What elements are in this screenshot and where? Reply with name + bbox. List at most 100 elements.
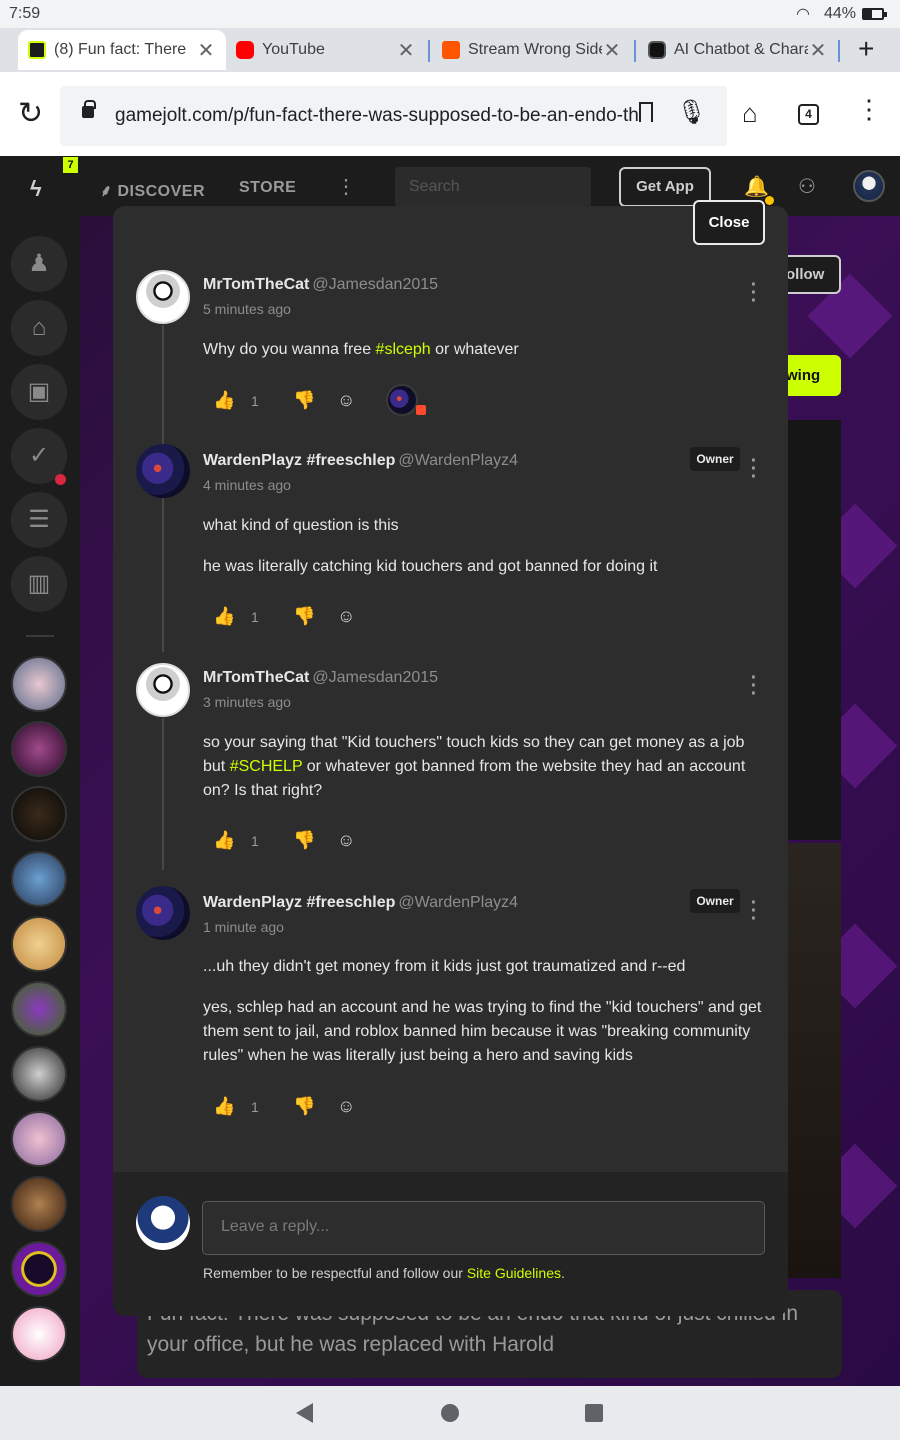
- comment-paragraph: yes, schlep had an account and he was tr…: [203, 996, 768, 1068]
- comment-username[interactable]: WardenPlayz #freeschlep @WardenPlayz4: [203, 452, 518, 470]
- comment-username[interactable]: MrTomTheCat @Jamesdan2015: [203, 669, 438, 687]
- dislike-icon[interactable]: 👎: [293, 606, 315, 627]
- bg-post-media: [788, 843, 841, 1278]
- reply-guidelines-note: Remember to be respectful and follow our…: [203, 1265, 565, 1281]
- reload-icon[interactable]: ↻: [18, 96, 43, 131]
- sidebar-community[interactable]: [11, 1176, 67, 1232]
- like-icon[interactable]: 👍: [213, 390, 235, 411]
- commenter-avatar[interactable]: [136, 663, 190, 717]
- user-avatar[interactable]: [853, 170, 885, 202]
- browser-tab-2[interactable]: Stream Wrong Side ✕: [432, 30, 632, 70]
- dislike-icon[interactable]: 👎: [293, 390, 315, 411]
- sidebar-activity-icon[interactable]: ♟: [11, 236, 67, 292]
- address-bar[interactable]: gamejolt.com/p/fun-fact-there-was-suppos…: [60, 86, 727, 146]
- commenter-avatar[interactable]: [136, 886, 190, 940]
- reactor-avatar[interactable]: [386, 384, 418, 416]
- dislike-icon[interactable]: 👎: [293, 830, 315, 851]
- recents-icon[interactable]: [585, 1404, 603, 1422]
- sidebar-community[interactable]: [11, 721, 67, 777]
- hashtag-link[interactable]: #SCHELP: [230, 758, 303, 775]
- close-tab-icon[interactable]: ✕: [602, 38, 622, 63]
- comment-username[interactable]: WardenPlayz #freeschlep @WardenPlayz4: [203, 894, 518, 912]
- friends-icon[interactable]: ⚇: [798, 174, 816, 199]
- microphone-icon[interactable]: 🎙: [677, 98, 707, 127]
- sidebar-divider: [26, 635, 54, 637]
- current-user-avatar: [136, 1196, 190, 1250]
- sidebar-community[interactable]: [11, 656, 67, 712]
- sidebar-community[interactable]: [11, 981, 67, 1037]
- hashtag-link[interactable]: #slceph: [376, 341, 431, 358]
- sidebar-community[interactable]: [11, 851, 67, 907]
- like-icon[interactable]: 👍: [213, 1096, 235, 1117]
- site-guidelines-link[interactable]: Site Guidelines: [467, 1265, 561, 1281]
- sidebar-community[interactable]: [11, 1111, 67, 1167]
- comment-paragraph: Why do you wanna free #slceph or whateve…: [203, 338, 768, 362]
- sidebar-store-icon[interactable]: ⌂: [11, 300, 67, 356]
- comment-menu-icon[interactable]: · · ·: [746, 893, 762, 929]
- new-tab-icon[interactable]: +: [858, 33, 874, 65]
- bell-icon[interactable]: 🔔: [744, 174, 769, 199]
- like-count: 1: [251, 609, 259, 625]
- sidebar-backpack-icon[interactable]: ▣: [11, 364, 67, 420]
- sidebar-library-icon[interactable]: ▥: [11, 556, 67, 612]
- comment-time: 3 minutes ago: [203, 694, 291, 710]
- sidebar-community[interactable]: [11, 1046, 67, 1102]
- commenter-avatar[interactable]: [136, 444, 190, 498]
- browser-tab-3[interactable]: AI Chatbot & Chara ✕: [638, 30, 838, 70]
- like-icon[interactable]: 👍: [213, 606, 235, 627]
- search-input[interactable]: Search: [395, 167, 591, 207]
- username-text: MrTomTheCat: [203, 669, 310, 686]
- left-sidebar: ♟ ⌂ ▣ ✓ ☰ ▥: [0, 216, 80, 1386]
- back-icon[interactable]: [296, 1403, 313, 1423]
- more-vert-icon[interactable]: ⋮: [856, 94, 882, 125]
- home-circle-icon[interactable]: [441, 1404, 459, 1422]
- reply-note-text: Remember to be respectful and follow our: [203, 1265, 467, 1281]
- add-reaction-icon[interactable]: ☺: [337, 606, 355, 627]
- nav-discover[interactable]: ⸙ DISCOVER: [100, 179, 205, 201]
- add-reaction-icon[interactable]: ☺: [337, 390, 355, 411]
- comment-time: 5 minutes ago: [203, 301, 291, 317]
- username-text: WardenPlayz #freeschlep: [203, 452, 396, 469]
- tab-switcher-button[interactable]: 4: [798, 104, 819, 125]
- commenter-avatar[interactable]: [136, 270, 190, 324]
- reply-area: Leave a reply... Remember to be respectf…: [113, 1172, 788, 1316]
- like-icon[interactable]: 👍: [213, 830, 235, 851]
- like-count: 1: [251, 1099, 259, 1115]
- comment-text: or whatever: [430, 341, 519, 358]
- add-reaction-icon[interactable]: ☺: [337, 1096, 355, 1117]
- dislike-icon[interactable]: 👎: [293, 1096, 315, 1117]
- comment-body: what kind of question is this he was lite…: [203, 514, 768, 596]
- close-button[interactable]: Close: [693, 200, 765, 245]
- bookmark-icon[interactable]: [639, 102, 653, 122]
- browser-tab-0[interactable]: (8) Fun fact: There ✕: [18, 30, 226, 70]
- tab-title: AI Chatbot & Chara: [674, 41, 808, 58]
- home-icon[interactable]: ⌂: [742, 98, 758, 129]
- tab-title: (8) Fun fact: There: [54, 41, 187, 58]
- notification-count-badge: 7: [63, 157, 78, 173]
- comment: WardenPlayz #freeschlep @WardenPlayz4 4 m…: [113, 444, 788, 634]
- comment-menu-icon[interactable]: · · ·: [746, 668, 762, 704]
- sidebar-chat-icon[interactable]: ☰: [11, 492, 67, 548]
- tab-separator: [428, 40, 430, 62]
- owner-badge: Owner: [690, 889, 740, 913]
- nav-store[interactable]: STORE: [239, 179, 296, 197]
- comment-menu-icon[interactable]: · · ·: [746, 275, 762, 311]
- youtube-icon: [236, 41, 254, 59]
- tab-title: YouTube: [262, 41, 325, 58]
- gamejolt-logo[interactable]: ϟ: [30, 176, 42, 202]
- reply-input[interactable]: Leave a reply...: [202, 1201, 765, 1255]
- close-tab-icon[interactable]: ✕: [396, 38, 416, 63]
- close-tab-icon[interactable]: ✕: [808, 38, 828, 63]
- close-tab-icon[interactable]: ✕: [196, 38, 216, 63]
- comment: MrTomTheCat @Jamesdan2015 3 minutes ago ·…: [113, 661, 788, 871]
- sidebar-community[interactable]: [11, 1241, 67, 1297]
- more-vert-icon[interactable]: ⋮: [336, 174, 356, 199]
- comment-paragraph: he was literally catching kid touchers a…: [203, 555, 768, 579]
- browser-tab-1[interactable]: YouTube ✕: [226, 30, 426, 70]
- add-reaction-icon[interactable]: ☺: [337, 830, 355, 851]
- sidebar-community[interactable]: [11, 1306, 67, 1362]
- sidebar-community[interactable]: [11, 916, 67, 972]
- comment-menu-icon[interactable]: · · ·: [746, 451, 762, 487]
- sidebar-community[interactable]: [11, 786, 67, 842]
- comment-username[interactable]: MrTomTheCat @Jamesdan2015: [203, 276, 438, 294]
